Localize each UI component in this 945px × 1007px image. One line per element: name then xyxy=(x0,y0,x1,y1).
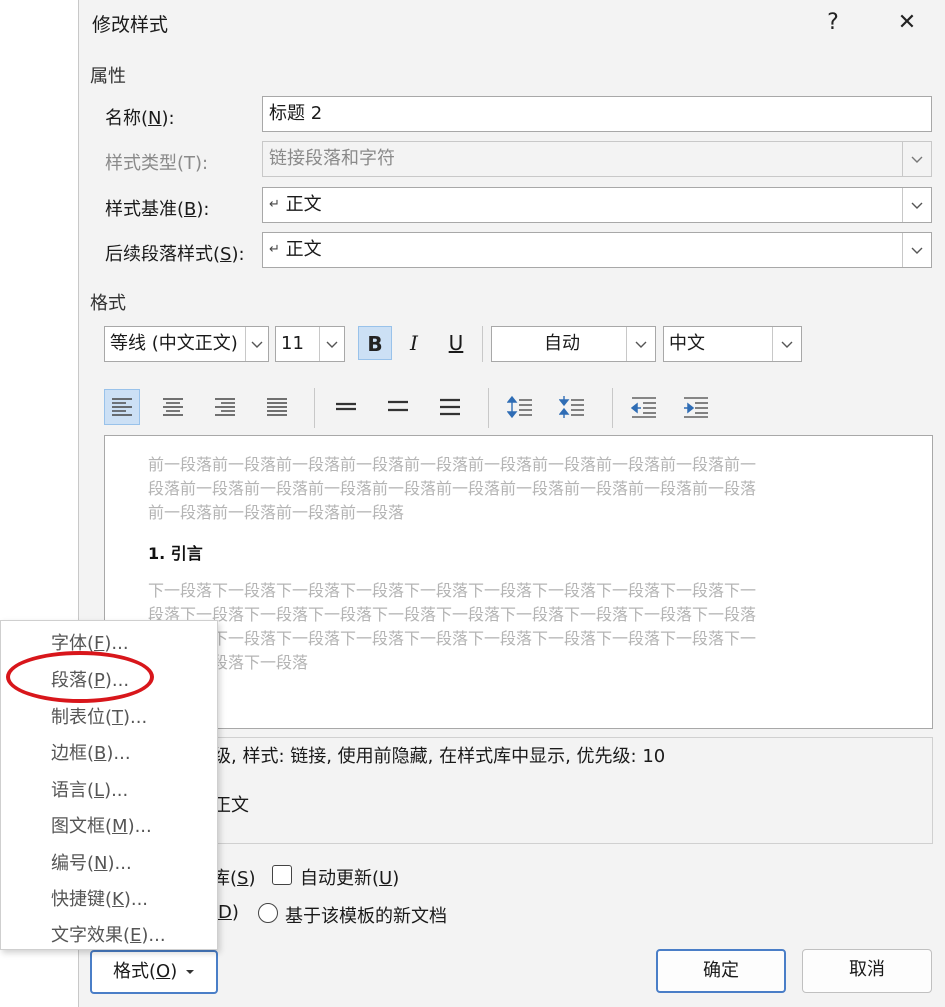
chevron-down-icon xyxy=(902,233,931,267)
align-right-button[interactable] xyxy=(207,389,243,425)
cancel-button[interactable]: 取消 xyxy=(802,949,932,993)
font-size-select[interactable]: 11 xyxy=(275,326,345,362)
ok-button[interactable]: 确定 xyxy=(656,949,786,993)
increase-paragraph-spacing-button[interactable] xyxy=(502,389,538,425)
next-style-label: 后续段落样式(S): xyxy=(105,244,245,265)
new-docs-template-radio[interactable] xyxy=(258,903,278,923)
increase-indent-icon xyxy=(684,397,708,418)
font-size-value: 11 xyxy=(281,333,304,354)
dialog-title: 修改样式 xyxy=(92,14,169,36)
properties-section-label: 属性 xyxy=(90,66,126,87)
style-base-value: 正文 xyxy=(285,194,322,215)
preview-next-paragraph: 下一段落下一段落下一段落下一段落下一段落下一段落下一段落下一段落下一段落下一 段… xyxy=(148,579,756,675)
description-line: 正文 xyxy=(213,795,249,816)
auto-update-checkbox[interactable] xyxy=(272,865,292,885)
preview-line: 段落前一段落前一段落前一段落前一段落前一段落前一段落前一段落前一段落前一段落 xyxy=(148,479,757,498)
toolbar-separator xyxy=(482,326,483,362)
style-type-select[interactable]: 链接段落和字符 xyxy=(262,141,932,177)
preview-line: 段落下一段落下一段落 xyxy=(148,653,309,672)
paragraph-mark-icon: ↵ xyxy=(269,242,280,257)
caret-down-icon xyxy=(185,970,194,974)
format-section-label: 格式 xyxy=(90,293,126,314)
style-type-label: 样式类型(T): xyxy=(105,153,209,174)
style-base-label: 样式基准(B): xyxy=(105,199,210,220)
font-color-value: 自动 xyxy=(544,333,580,354)
preview-line: 前一段落前一段落前一段落前一段落 xyxy=(148,503,405,522)
line-spacing-double-icon xyxy=(440,398,460,416)
preview-line: 下一段落下一段落下一段落下一段落下一段落下一段落下一段落下一段落下一段落下一 xyxy=(148,629,757,648)
next-style-select[interactable]: ↵ 正文 xyxy=(262,232,932,268)
menu-item-frame[interactable]: 图文框(M)... xyxy=(51,812,152,838)
description-line: 级, 样式: 链接, 使用前隐藏, 在样式库中显示, 优先级: 10 xyxy=(213,746,666,767)
align-right-icon xyxy=(215,398,235,416)
chevron-down-icon xyxy=(319,327,344,361)
paragraph-mark-icon: ↵ xyxy=(269,197,280,212)
menu-item-border[interactable]: 边框(B)... xyxy=(51,739,131,765)
justify-icon xyxy=(267,398,287,416)
menu-item-numbering[interactable]: 编号(N)... xyxy=(51,849,132,875)
preview-line: 下一段落下一段落下一段落下一段落下一段落下一段落下一段落下一段落下一段落下一 xyxy=(148,581,757,600)
chevron-down-icon xyxy=(902,188,931,222)
language-select[interactable]: 中文 xyxy=(663,326,802,362)
justify-button[interactable] xyxy=(259,389,295,425)
only-this-document-label: D) xyxy=(218,902,239,923)
highlight-ellipse xyxy=(6,651,154,703)
toolbar-separator xyxy=(612,388,613,428)
style-type-value: 链接段落和字符 xyxy=(269,148,395,169)
new-docs-template-label: 基于该模板的新文档 xyxy=(285,906,447,927)
italic-button[interactable]: I xyxy=(397,326,431,360)
chevron-down-icon xyxy=(245,327,268,361)
menu-item-text-effects[interactable]: 文字效果(E)... xyxy=(51,921,166,947)
font-value: 等线 (中文正文) xyxy=(110,333,238,354)
help-button[interactable]: ? xyxy=(818,8,848,38)
language-value: 中文 xyxy=(669,333,705,354)
decrease-indent-button[interactable] xyxy=(626,389,662,425)
style-base-select[interactable]: ↵ 正文 xyxy=(262,187,932,223)
name-label: 名称(N): xyxy=(105,108,175,129)
menu-item-tabs[interactable]: 制表位(T)... xyxy=(51,703,147,729)
chevron-down-icon xyxy=(626,327,655,361)
close-button[interactable]: ✕ xyxy=(892,8,922,38)
chevron-down-icon xyxy=(772,327,801,361)
font-color-select[interactable]: 自动 xyxy=(491,326,656,362)
menu-item-language[interactable]: 语言(L)... xyxy=(51,776,128,802)
line-spacing-single-icon xyxy=(336,402,356,411)
chevron-down-icon xyxy=(902,142,931,176)
name-input[interactable]: 标题 2 xyxy=(262,96,932,132)
align-center-icon xyxy=(163,398,183,416)
preview-line: 段落下一段落下一段落下一段落下一段落下一段落下一段落下一段落下一段落下一段落 xyxy=(148,605,757,624)
decrease-indent-icon xyxy=(631,397,656,418)
next-style-value: 正文 xyxy=(285,239,322,260)
preview-heading: 1. 引言 xyxy=(148,544,203,563)
preview-line: 前一段落前一段落前一段落前一段落前一段落前一段落前一段落前一段落前一段落前一 xyxy=(148,455,757,474)
spacing-increase-icon xyxy=(507,395,532,419)
toolbar-separator xyxy=(314,388,315,428)
toolbar-separator xyxy=(488,388,489,428)
style-preview: 前一段落前一段落前一段落前一段落前一段落前一段落前一段落前一段落前一段落前一 段… xyxy=(104,435,933,729)
line-spacing-1-5-icon xyxy=(388,400,408,412)
format-button-label: 格式(O) xyxy=(113,961,178,982)
align-center-button[interactable] xyxy=(155,389,191,425)
line-spacing-1-5-button[interactable] xyxy=(380,389,416,425)
spacing-decrease-icon xyxy=(559,396,584,418)
align-left-icon xyxy=(112,398,132,416)
font-select[interactable]: 等线 (中文正文) xyxy=(104,326,269,362)
bold-button[interactable]: B xyxy=(358,326,392,360)
add-to-gallery-label: 库(S) xyxy=(212,868,256,889)
line-spacing-double-button[interactable] xyxy=(432,389,468,425)
increase-indent-button[interactable] xyxy=(678,389,714,425)
preview-previous-paragraph: 前一段落前一段落前一段落前一段落前一段落前一段落前一段落前一段落前一段落前一 段… xyxy=(148,453,756,525)
menu-item-shortcut-key[interactable]: 快捷键(K)... xyxy=(51,885,148,911)
line-spacing-single-button[interactable] xyxy=(328,389,364,425)
format-menu-button[interactable]: 格式(O) xyxy=(90,950,218,994)
auto-update-label: 自动更新(U) xyxy=(300,868,400,889)
align-left-button[interactable] xyxy=(104,389,140,425)
underline-button[interactable]: U xyxy=(439,326,473,360)
style-description: 级, 样式: 链接, 使用前隐藏, 在样式库中显示, 优先级: 10 正文 xyxy=(104,737,933,844)
decrease-paragraph-spacing-button[interactable] xyxy=(554,389,590,425)
